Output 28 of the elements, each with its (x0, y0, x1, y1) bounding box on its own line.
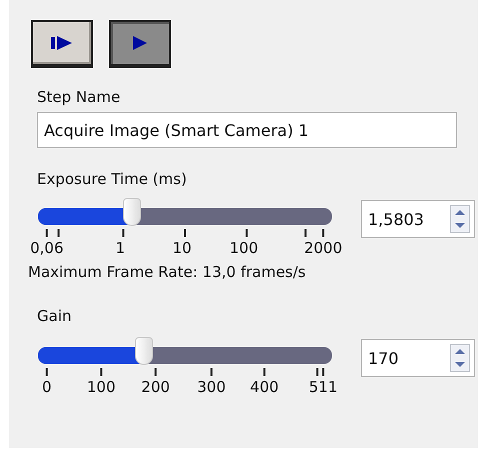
field-label: Gain (37, 307, 72, 325)
tick-label: 0,06 (30, 239, 64, 257)
numeric-field[interactable]: 1,5803 (361, 200, 475, 238)
tick-label: 0 (42, 378, 52, 396)
play-icon (133, 36, 147, 50)
tick-label: 400 (250, 378, 279, 396)
spin-arrows-icon[interactable] (450, 205, 470, 233)
tick-label: 1 (116, 239, 126, 257)
step-name-field[interactable]: Acquire Image (Smart Camera) 1 (37, 112, 457, 148)
tick-label: 2000 (304, 239, 342, 257)
tick-label: 100 (229, 239, 258, 257)
tick-label: 300 (197, 378, 226, 396)
field-label: Exposure Time (ms) (37, 170, 188, 188)
run-button[interactable] (109, 20, 171, 68)
slider-thumb[interactable] (123, 198, 142, 226)
step-icon (51, 36, 73, 50)
tick-label: 10 (172, 239, 192, 257)
slider-track[interactable] (38, 347, 332, 364)
numeric-field[interactable]: 170 (361, 339, 475, 377)
slider-track[interactable] (38, 208, 332, 225)
tick-label: 511 (308, 378, 338, 396)
spin-arrows-icon[interactable] (450, 344, 470, 372)
step-button[interactable] (31, 20, 93, 68)
tick-label: 100 (86, 378, 116, 396)
slider-thumb[interactable] (134, 337, 153, 365)
frame-rate-text: Maximum Frame Rate: 13,0 frames/s (28, 263, 307, 281)
tick-label: 200 (141, 378, 170, 396)
field-label: Step Name (37, 88, 122, 106)
